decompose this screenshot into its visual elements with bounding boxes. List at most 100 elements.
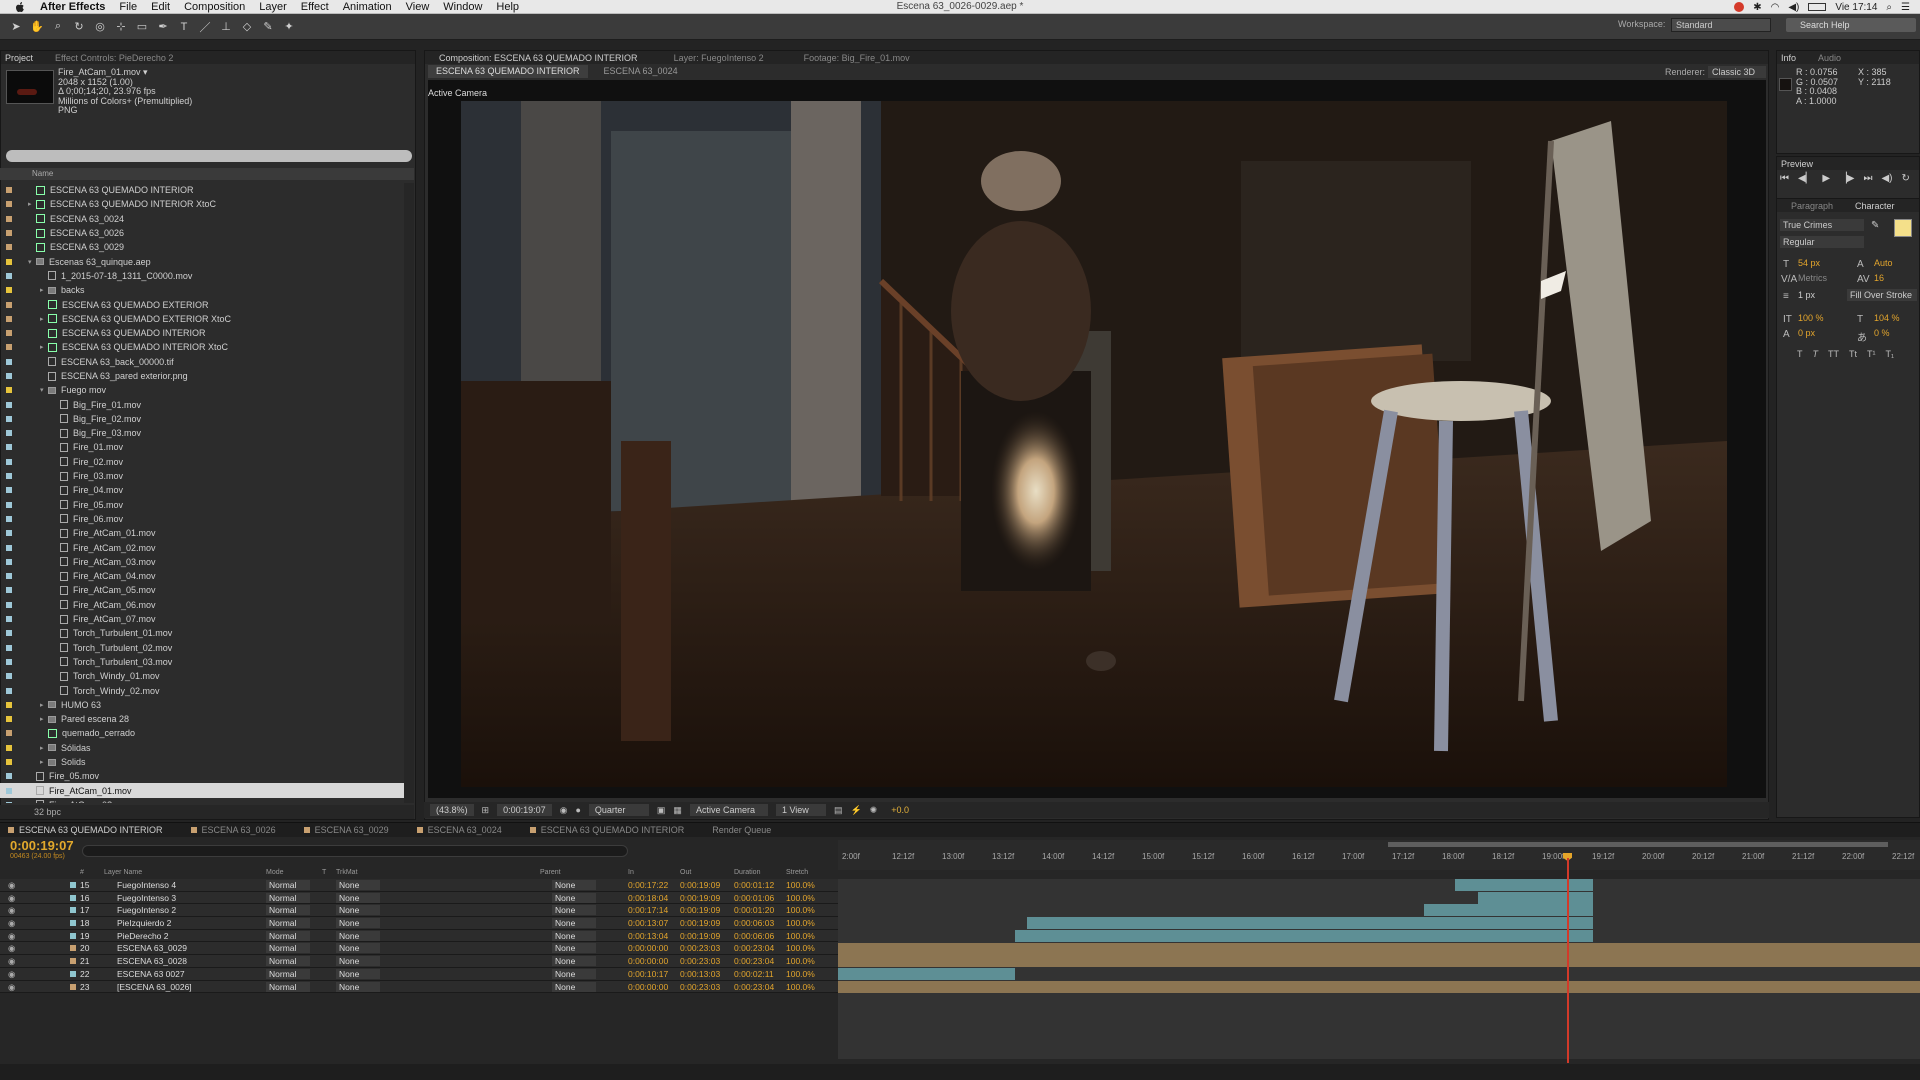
layer-duration-bar[interactable]	[1454, 879, 1594, 891]
column-name[interactable]: Name	[32, 169, 53, 178]
stretch[interactable]: 100.0%	[786, 931, 815, 941]
duration[interactable]: 0:00:23:04	[734, 956, 774, 966]
project-item[interactable]: Torch_Turbulent_03.mov	[0, 655, 404, 669]
in-point[interactable]: 0:00:17:22	[628, 880, 668, 890]
eye-icon[interactable]: ◉	[8, 982, 15, 993]
duration[interactable]: 0:00:01:20	[734, 905, 774, 915]
eye-icon[interactable]: ◉	[8, 969, 15, 980]
col-duration[interactable]: Duration	[734, 869, 760, 876]
trkmat-select[interactable]: None	[336, 918, 380, 929]
resolution-select[interactable]: Quarter	[588, 804, 649, 816]
disclosure-triangle-icon[interactable]: ▸	[40, 715, 48, 723]
clone-stamp-tool-icon[interactable]: ⊥	[218, 19, 234, 35]
in-point[interactable]: 0:00:00:00	[628, 982, 668, 992]
label-color-swatch[interactable]	[6, 344, 12, 351]
label-color[interactable]	[70, 945, 76, 952]
project-item[interactable]: Fire_05.mov	[0, 769, 404, 783]
label-color-swatch[interactable]	[6, 201, 12, 208]
tsume-field[interactable]: 0 %	[1871, 327, 1911, 339]
disclosure-triangle-icon[interactable]: ▸	[40, 343, 48, 351]
duration[interactable]: 0:00:02:11	[734, 969, 774, 979]
tab-paragraph[interactable]: Paragraph	[1791, 201, 1833, 211]
project-item[interactable]: ESCENA 63 QUEMADO INTERIOR	[0, 183, 404, 197]
stretch[interactable]: 100.0%	[786, 943, 815, 953]
roto-brush-tool-icon[interactable]: ✎	[260, 19, 276, 35]
trkmat-select[interactable]: None	[336, 930, 380, 941]
duration[interactable]: 0:00:01:06	[734, 893, 774, 903]
project-search-input[interactable]	[6, 150, 412, 162]
label-color-swatch[interactable]	[6, 272, 12, 279]
leading-field[interactable]: Auto	[1871, 257, 1911, 269]
trkmat-select[interactable]: None	[336, 943, 380, 954]
layer-name[interactable]: [ESCENA 63_0026]	[117, 982, 192, 992]
project-item[interactable]: Big_Fire_01.mov	[0, 397, 404, 411]
project-item[interactable]: ▾ Escenas 63_quinque.aep	[0, 254, 404, 268]
tab-render-queue[interactable]: Render Queue	[712, 825, 771, 835]
volume-icon[interactable]: ◀)	[1788, 2, 1799, 13]
mode-select[interactable]: Normal	[266, 892, 310, 903]
roi-icon[interactable]: ▣	[657, 805, 666, 816]
comp-frame[interactable]	[461, 101, 1727, 787]
trkmat-select[interactable]: None	[336, 956, 380, 967]
label-color-swatch[interactable]	[6, 358, 12, 365]
duration[interactable]: 0:00:23:04	[734, 943, 774, 953]
exposure-reset-icon[interactable]: ✺	[870, 805, 878, 816]
font-family-select[interactable]: True Crimes	[1780, 219, 1864, 231]
duration[interactable]: 0:00:06:03	[734, 918, 774, 928]
work-area-bar[interactable]	[1388, 842, 1888, 847]
project-item[interactable]: 1_2015-07-18_1311_C0000.mov	[0, 269, 404, 283]
mode-select[interactable]: Normal	[266, 918, 310, 929]
stroke-mode-select[interactable]: Fill Over Stroke	[1847, 289, 1917, 301]
label-color-swatch[interactable]	[6, 473, 12, 480]
all-caps-icon[interactable]: TT	[1828, 349, 1839, 359]
layer-name[interactable]: ESCENA 63_0029	[117, 943, 187, 953]
in-point[interactable]: 0:00:13:07	[628, 918, 668, 928]
playhead-line[interactable]	[1567, 858, 1569, 1063]
label-color-swatch[interactable]	[6, 430, 12, 437]
tab-layer[interactable]: Layer: FuegoIntenso 2	[674, 53, 764, 63]
project-item[interactable]: ESCENA 63_0026	[0, 226, 404, 240]
creative-cloud-icon[interactable]	[1734, 2, 1745, 12]
mode-select[interactable]: Normal	[266, 880, 310, 890]
trkmat-select[interactable]: None	[336, 981, 380, 992]
subscript-icon[interactable]: T₁	[1886, 349, 1895, 359]
label-color-swatch[interactable]	[6, 530, 12, 537]
col-stretch[interactable]: Stretch	[786, 869, 808, 876]
mode-select[interactable]: Normal	[266, 956, 310, 967]
disclosure-triangle-icon[interactable]: ▾	[28, 258, 36, 266]
fast-previews-icon[interactable]: ⚡	[850, 805, 861, 816]
bluetooth-icon[interactable]: ✱	[1753, 2, 1761, 13]
project-item[interactable]: ▸ Sólidas	[0, 741, 404, 755]
label-color-swatch[interactable]	[6, 487, 12, 494]
out-point[interactable]: 0:00:23:03	[680, 943, 720, 953]
disclosure-triangle-icon[interactable]: ▸	[40, 758, 48, 766]
in-point[interactable]: 0:00:13:04	[628, 931, 668, 941]
timeline-search-input[interactable]	[82, 845, 628, 857]
project-item[interactable]: Fire_05.mov	[0, 498, 404, 512]
renderer-select[interactable]: Classic 3D	[1708, 66, 1766, 78]
project-item[interactable]: Torch_Windy_02.mov	[0, 683, 404, 697]
label-color-swatch[interactable]	[6, 330, 12, 337]
horizontal-scale-field[interactable]: 104 %	[1871, 312, 1911, 324]
project-item[interactable]: ESCENA 63_0029	[0, 240, 404, 254]
faux-italic-icon[interactable]: T	[1813, 349, 1819, 359]
project-item[interactable]: Torch_Turbulent_02.mov	[0, 641, 404, 655]
label-color-swatch[interactable]	[6, 730, 12, 737]
disclosure-triangle-icon[interactable]: ▾	[40, 386, 48, 394]
label-color[interactable]	[70, 894, 76, 901]
project-item[interactable]: ESCENA 63 QUEMADO EXTERIOR	[0, 297, 404, 311]
baseline-shift-field[interactable]: 0 px	[1795, 327, 1835, 339]
battery-icon[interactable]	[1808, 3, 1827, 11]
stretch[interactable]: 100.0%	[786, 918, 815, 928]
tab-timeline-0029[interactable]: ESCENA 63_0029	[303, 825, 389, 835]
project-item[interactable]: ▸ ESCENA 63 QUEMADO EXTERIOR XtoC	[0, 312, 404, 326]
layer-duration-bar[interactable]	[838, 955, 1920, 968]
col-num[interactable]: #	[80, 869, 84, 876]
label-color-swatch[interactable]	[6, 644, 12, 651]
project-item[interactable]: ESCENA 63_pared exterior.png	[0, 369, 404, 383]
eraser-tool-icon[interactable]: ◇	[239, 19, 255, 35]
previous-frame-icon[interactable]: ◀▏	[1798, 173, 1813, 184]
hand-tool-icon[interactable]: ✋	[29, 19, 45, 35]
label-color-swatch[interactable]	[6, 701, 12, 708]
layer-duration-bar[interactable]	[838, 967, 1016, 980]
